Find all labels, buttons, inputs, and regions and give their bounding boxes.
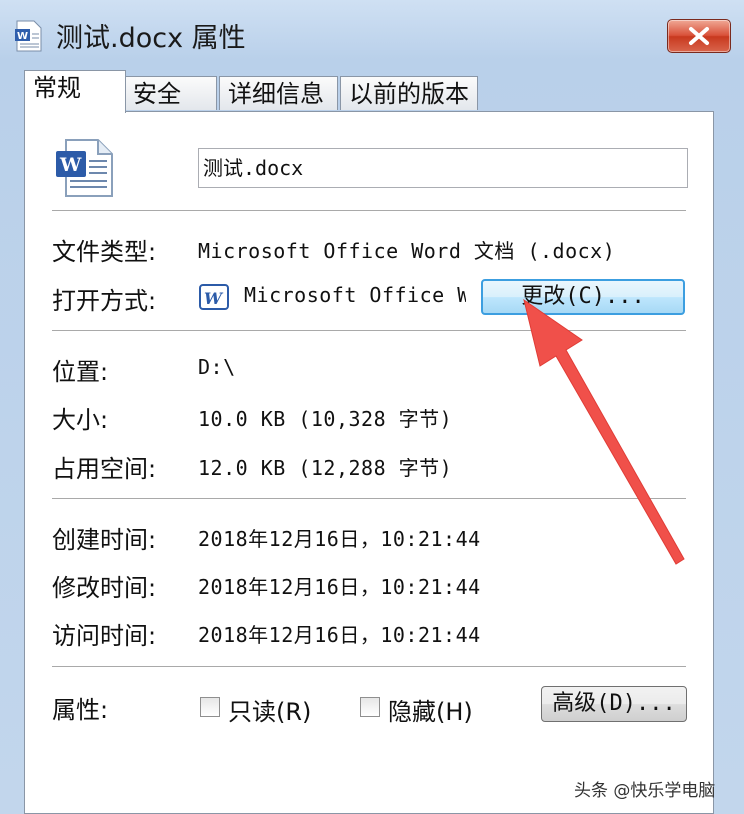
close-icon — [689, 27, 709, 45]
window-title: 测试.docx 属性 — [56, 23, 246, 54]
accessed-label: 访问时间: — [52, 622, 157, 650]
tab-security[interactable]: 安全 — [124, 76, 217, 110]
hidden-checkbox[interactable] — [360, 697, 380, 717]
divider — [52, 210, 686, 212]
properties-window: W 测试.docx 属性 常规 安全 详细信息 以前的版本 W 测试.docx … — [0, 0, 744, 814]
svg-text:W: W — [204, 289, 224, 308]
modified-label: 修改时间: — [52, 574, 157, 602]
title-bar[interactable]: W 测试.docx 属性 — [0, 0, 744, 62]
size-label: 大小: — [52, 406, 109, 434]
size-value: 10.0 KB (10,328 字节) — [198, 407, 453, 431]
file-type-value: Microsoft Office Word 文档 (.docx) — [198, 239, 616, 263]
hidden-label[interactable]: 隐藏(H) — [388, 692, 473, 727]
readonly-label[interactable]: 只读(R) — [228, 692, 311, 727]
word-app-icon: W — [199, 284, 229, 310]
watermark: 头条 @快乐学电脑 — [574, 781, 716, 801]
divider — [52, 666, 686, 668]
tab-previous-versions[interactable]: 以前的版本 — [340, 76, 478, 110]
annotation-arrow — [523, 298, 685, 565]
location-value: D:\ — [198, 355, 236, 379]
created-label: 创建时间: — [52, 526, 157, 554]
svg-text:W: W — [59, 154, 82, 176]
file-name-input[interactable]: 测试.docx — [198, 148, 688, 188]
open-with-label: 打开方式: — [52, 287, 157, 315]
open-with-value: Microsoft Office Word — [244, 283, 466, 307]
svg-text:W: W — [17, 31, 28, 42]
created-value: 2018年12月16日，10:21:44 — [198, 527, 481, 551]
attributes-label: 属性: — [52, 696, 109, 724]
tab-general[interactable]: 常规 — [24, 70, 126, 113]
close-button[interactable] — [667, 19, 731, 53]
accessed-value: 2018年12月16日，10:21:44 — [198, 623, 481, 647]
word-document-icon: W — [56, 139, 113, 197]
tab-details[interactable]: 详细信息 — [219, 76, 338, 110]
location-label: 位置: — [52, 358, 109, 386]
disk-size-value: 12.0 KB (12,288 字节) — [198, 456, 453, 480]
disk-size-label: 占用空间: — [52, 455, 157, 483]
file-type-label: 文件类型: — [52, 238, 157, 266]
word-document-icon: W — [15, 20, 42, 52]
readonly-checkbox[interactable] — [200, 697, 220, 717]
advanced-button[interactable]: 高级(D)... — [541, 686, 687, 722]
modified-value: 2018年12月16日，10:21:44 — [198, 575, 481, 599]
